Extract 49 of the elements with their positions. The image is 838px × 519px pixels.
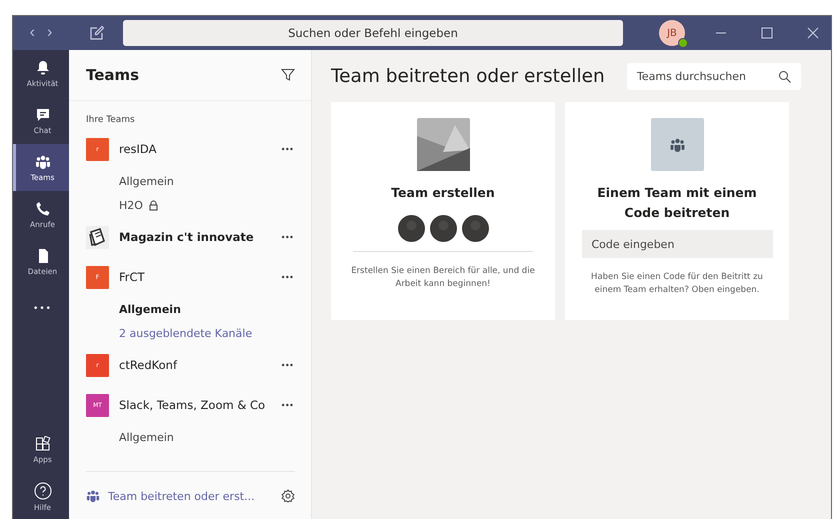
back-button[interactable]: ‹: [30, 24, 35, 42]
channel-name[interactable]: Allgemein: [119, 430, 174, 444]
chat-icon: [34, 106, 50, 122]
card-description: Erstellen Sie einen Bereich für alle, und die Arbeit kann beginnen!: [350, 265, 536, 291]
avatar-icon: [430, 215, 456, 242]
team-name[interactable]: Magazin c't innovate: [119, 230, 282, 244]
avatar-icon: [462, 215, 488, 242]
team-name[interactable]: resIDA: [119, 142, 282, 156]
teams-icon: [34, 154, 50, 170]
phone-icon: [34, 200, 50, 216]
user-avatar[interactable]: JB: [659, 20, 685, 46]
rail-label: •••: [33, 304, 52, 314]
section-label: Ihre Teams: [86, 115, 136, 125]
forward-button[interactable]: ›: [47, 24, 52, 42]
search-field[interactable]: Suchen oder Befehl eingeben: [123, 20, 623, 46]
more-options-button[interactable]: •••: [282, 400, 294, 410]
bell-icon: [34, 60, 50, 76]
more-options-button[interactable]: •••: [282, 360, 294, 370]
hidden-channels-link[interactable]: 2 ausgeblendete Kanäle: [69, 321, 311, 345]
page-title: Team beitreten oder erstellen: [331, 66, 605, 86]
team-name[interactable]: ctRedKonf: [119, 358, 282, 372]
book-icon: [86, 226, 109, 248]
card-description: Haben Sie einen Code für den Beitritt zu einem Team erhalten? Oben eingeben.: [590, 271, 764, 297]
card-title: Team erstellen: [391, 184, 495, 202]
team-name[interactable]: Slack, Teams, Zoom & Co: [119, 398, 282, 412]
channel-name[interactable]: H2O: [119, 198, 143, 212]
more-options-button[interactable]: •••: [282, 144, 294, 154]
panel-title: Teams: [86, 66, 140, 84]
more-options-button[interactable]: •••: [282, 232, 294, 242]
rail-item[interactable]: •••: [13, 285, 69, 332]
search-icon: [778, 70, 791, 82]
apps-icon: [34, 436, 50, 452]
avatar-icon: [398, 215, 424, 242]
more-options-button[interactable]: •••: [282, 272, 294, 282]
join-team-link[interactable]: Team beitreten oder erst...: [108, 490, 273, 502]
channel-name[interactable]: Allgemein: [119, 174, 174, 188]
create-team-card[interactable]: Team erstellen Erstellen Sie einen Bereich für alle, und die Arbeit kann beginnen!: [331, 102, 555, 320]
teams-search-field[interactable]: Teams durchsuchen: [627, 62, 801, 90]
code-input-field[interactable]: Code eingeben: [582, 230, 772, 258]
teams-icon: [650, 118, 704, 171]
settings-icon[interactable]: [281, 489, 295, 503]
add-team-icon: [86, 489, 100, 503]
lock-icon: [148, 200, 158, 210]
card-title: Einem Team mit einem Code beitreten: [596, 184, 758, 222]
filter-icon[interactable]: [281, 68, 295, 82]
compose-icon[interactable]: [89, 25, 105, 41]
channel-name[interactable]: Allgemein: [119, 302, 181, 316]
help-icon: [34, 482, 52, 500]
team-name[interactable]: FrCT: [119, 270, 282, 284]
